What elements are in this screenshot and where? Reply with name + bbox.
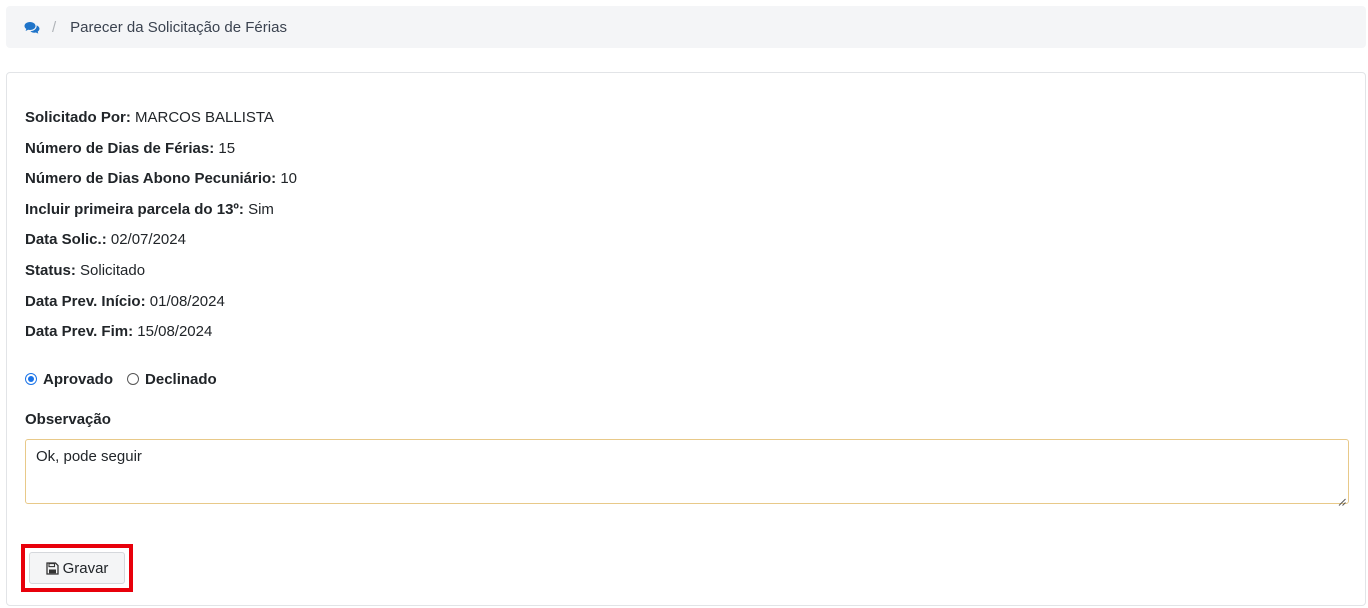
request-details: Solicitado Por: MARCOS BALLISTA Número d… [25,103,297,348]
detail-requested-by: Solicitado Por: MARCOS BALLISTA [25,103,297,134]
radio-declined[interactable]: Declinado [127,371,217,388]
radio-declined-label: Declinado [145,370,217,388]
detail-label: Número de Dias de Férias: [25,139,215,157]
detail-value: 15/08/2024 [137,323,213,341]
radio-unchecked-icon[interactable] [127,373,140,385]
save-button[interactable]: Gravar [29,552,125,584]
detail-value: 10 [280,170,298,188]
radio-approved-label: Aprovado [43,370,114,388]
breadcrumb: / Parecer da Solicitação de Férias [6,6,1366,48]
detail-vacation-days: Número de Dias de Férias: 15 [25,134,297,165]
resize-handle-icon[interactable] [1338,493,1346,506]
detail-label: Solicitado Por: [25,109,131,126]
decision-radio-group: Aprovado Declinado [25,367,231,391]
detail-bonus-days: Número de Dias Abono Pecuniário: 10 [25,164,297,195]
radio-approved[interactable]: Aprovado [25,371,113,388]
detail-thirteenth: Incluir primeira parcela do 13º: Sim [25,195,297,226]
floppy-disk-icon [45,561,59,575]
detail-label: Número de Dias Abono Pecuniário: [25,170,277,188]
detail-value: Solicitado [80,261,146,279]
observation-value: Ok, pode seguir [36,448,142,465]
observation-label: Observação [25,411,111,428]
comments-icon [24,20,42,34]
detail-value: 01/08/2024 [149,292,225,310]
detail-request-date: Data Solic.: 02/07/2024 [25,225,297,256]
breadcrumb-separator: / [52,18,57,36]
detail-label: Status: [25,261,76,279]
detail-start-date: Data Prev. Início: 01/08/2024 [25,287,297,318]
detail-value: MARCOS BALLISTA [135,109,274,126]
observation-textarea[interactable]: Ok, pode seguir [25,439,1349,506]
detail-label: Data Solic.: [25,231,107,249]
detail-value: Sim [248,200,274,218]
radio-checked-icon[interactable] [25,373,37,385]
detail-value: 15 [218,139,236,157]
detail-end-date: Data Prev. Fim: 15/08/2024 [25,317,297,348]
page-title: Parecer da Solicitação de Férias [70,18,287,36]
detail-label: Data Prev. Fim: [25,323,134,341]
request-card: Solicitado Por: MARCOS BALLISTA Número d… [6,72,1366,606]
detail-value: 02/07/2024 [110,231,186,249]
detail-label: Incluir primeira parcela do 13º: [25,200,244,218]
detail-label: Data Prev. Início: [25,292,146,310]
detail-status: Status: Solicitado [25,256,297,287]
save-button-label: Gravar [62,559,109,577]
